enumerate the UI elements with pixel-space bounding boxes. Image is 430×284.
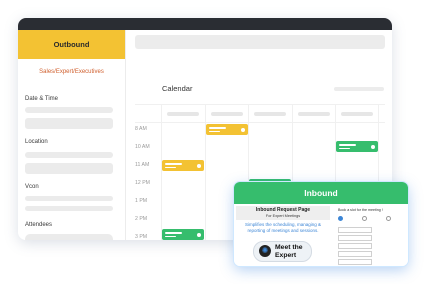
grid-line xyxy=(135,104,385,105)
vcon-label: Vcon xyxy=(25,184,39,190)
radio-option[interactable] xyxy=(386,216,391,221)
attendees-field[interactable] xyxy=(25,234,113,240)
badge-line-1: Meet the xyxy=(275,244,303,251)
calendar-title: Calendar xyxy=(162,84,193,93)
form-title: Book a slot for the meeting ! xyxy=(338,208,383,212)
date-time-field-2[interactable] xyxy=(25,118,113,129)
form-field[interactable] xyxy=(338,235,372,241)
top-search-bar[interactable] xyxy=(135,35,385,49)
sidebar: Outbound Sales/Expert/Executives Date & … xyxy=(18,30,126,240)
booking-form: Book a slot for the meeting ! xyxy=(334,204,408,266)
location-field-2[interactable] xyxy=(25,163,113,174)
radio-option[interactable] xyxy=(338,216,343,221)
grid-line xyxy=(135,122,385,123)
date-time-label: Date & Time xyxy=(25,96,59,102)
day-header xyxy=(298,112,330,116)
location-field[interactable] xyxy=(25,152,113,158)
day-header xyxy=(341,112,373,116)
form-field[interactable] xyxy=(338,227,372,233)
calendar-controls[interactable] xyxy=(334,87,384,91)
request-subtitle: For Expert Meetings xyxy=(265,214,301,218)
radio-option[interactable] xyxy=(362,216,367,221)
time-label: 11 AM xyxy=(135,162,150,168)
day-header xyxy=(211,112,243,116)
time-label: 12 PM xyxy=(135,180,150,186)
date-time-field[interactable] xyxy=(25,107,113,113)
time-label: 3 PM xyxy=(135,234,148,240)
badge-line-2: Expert xyxy=(275,251,297,259)
time-label: 10 AM xyxy=(135,144,150,150)
meet-the-expert-badge[interactable]: ✺ Meet the Expert xyxy=(253,241,312,262)
grid-line xyxy=(161,104,162,240)
expert-icon: ✺ xyxy=(259,245,271,257)
vcon-field[interactable] xyxy=(25,196,113,201)
badge-text: Meet the Expert xyxy=(275,244,303,259)
inbound-popup: Inbound Inbound Request Page For Expert … xyxy=(234,182,408,266)
request-title: Inbound Request Page xyxy=(255,207,311,213)
form-field[interactable] xyxy=(338,243,372,249)
inbound-request-panel: Inbound Request Page For Expert Meetings… xyxy=(234,204,332,266)
time-label: 2 PM xyxy=(135,216,148,222)
form-field[interactable] xyxy=(338,251,372,257)
calendar-event[interactable] xyxy=(206,124,248,135)
vcon-field-2[interactable] xyxy=(25,206,113,211)
location-label: Location xyxy=(25,139,48,145)
attendees-label: Attendees xyxy=(25,222,53,228)
popup-title: Inbound xyxy=(234,182,408,204)
day-header xyxy=(167,112,199,116)
sidebar-subtitle: Sales/Expert/Executives xyxy=(39,69,104,75)
calendar-event[interactable] xyxy=(162,229,204,240)
window-titlebar xyxy=(18,18,392,30)
calendar-event[interactable] xyxy=(336,141,378,152)
calendar-event[interactable] xyxy=(162,160,204,171)
time-label: 8 AM xyxy=(135,126,147,132)
day-header xyxy=(254,112,286,116)
request-header: Inbound Request Page For Expert Meetings xyxy=(236,206,330,220)
time-label: 1 PM xyxy=(135,198,148,204)
form-field[interactable] xyxy=(338,259,372,265)
request-description: Simplifies the scheduling, managing & re… xyxy=(244,222,322,233)
sidebar-title[interactable]: Outbound xyxy=(18,30,125,59)
